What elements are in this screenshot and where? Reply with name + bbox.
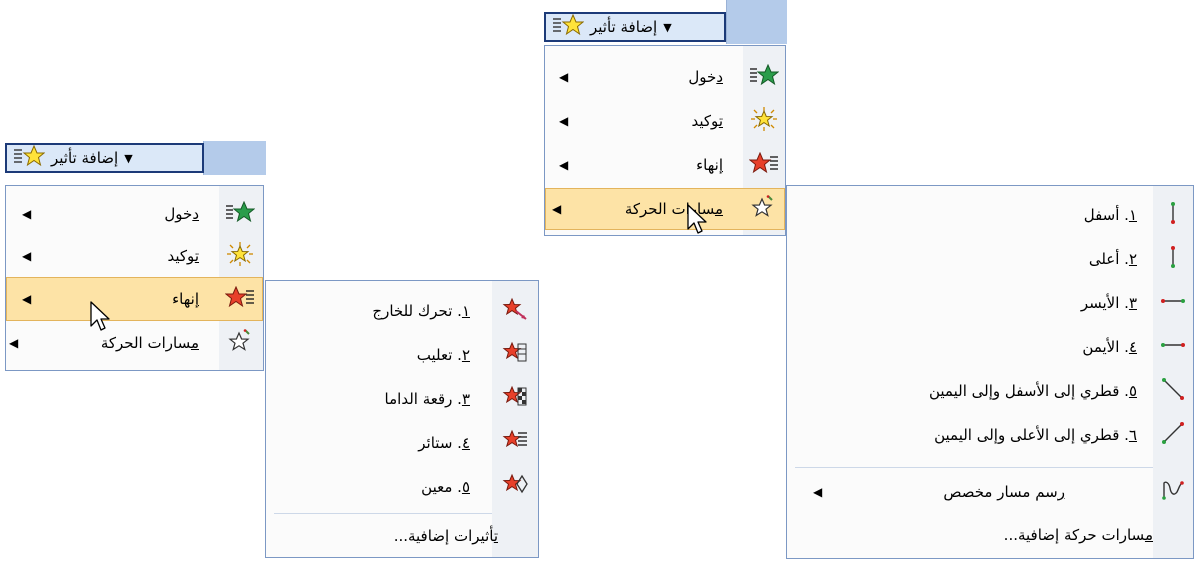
menu-item-emphasis[interactable]: توكيد ◀	[545, 99, 785, 143]
right-path-icon	[1161, 337, 1185, 357]
more-effects-item[interactable]: تأثيرات إضافية...	[266, 517, 538, 555]
submenu-item-checkerboard[interactable]: ٣. رقعة الداما	[266, 379, 538, 419]
more-motion-paths-item[interactable]: مسارات حركة إضافية...	[787, 515, 1193, 555]
submenu-item-label: ٢. تعليب	[416, 346, 470, 364]
submenu-arrow-icon: ◀	[9, 336, 19, 350]
menu-item-label: دخول	[688, 68, 723, 86]
exit-effects-submenu: ١. تحرك للخارج ٢. تعليب ٣. رقعة الداما ٤…	[265, 280, 539, 558]
motion-path-star-icon	[750, 195, 776, 223]
dropdown-arrow-icon: ▼	[124, 151, 133, 165]
blinds-icon	[502, 429, 528, 457]
more-motion-paths-label: مسارات حركة إضافية...	[1003, 526, 1153, 544]
submenu-item-down[interactable]: ١. أسفل	[787, 195, 1193, 235]
add-effect-button[interactable]: إضافة تأثير ▼	[544, 12, 726, 42]
custom-path-icon	[1161, 478, 1185, 506]
menu-item-label: دخول	[164, 205, 199, 223]
add-effect-label: إضافة تأثير	[51, 149, 119, 167]
more-effects-label: تأثيرات إضافية...	[393, 527, 498, 545]
draw-custom-path-label: رسم مسار مخصص	[943, 483, 1065, 501]
submenu-item-right[interactable]: ٤. الأيمن	[787, 327, 1193, 367]
menu-item-label: مسارات الحركة	[100, 334, 199, 352]
submenu-arrow-icon: ◀	[22, 207, 32, 221]
submenu-item-label: ١. أسفل	[1083, 206, 1137, 224]
emphasis-star-icon	[227, 242, 253, 270]
draw-custom-path-item[interactable]: رسم مسار مخصص ◀	[787, 471, 1193, 513]
emphasis-star-icon	[751, 107, 777, 135]
menu-item-exit[interactable]: إنهاء ◀	[545, 143, 785, 187]
add-effect-menu: دخول ◀ توكيد ◀ إنهاء ◀ مسارات الحركة ◀	[5, 185, 264, 371]
mouse-cursor-icon	[90, 301, 110, 331]
motion-paths-submenu: ١. أسفل ٢. أعلى ٣. الأيسر ٤. الأيمن ٥. ق…	[786, 185, 1194, 559]
add-effect-menu: دخول ◀ توكيد ◀ إنهاء ◀ مسارات الحركة ◀	[544, 45, 786, 236]
task-pane-toolbar	[726, 0, 787, 44]
submenu-item-label: ٣. رقعة الداما	[384, 390, 470, 408]
submenu-arrow-icon: ◀	[559, 114, 569, 128]
separator	[795, 467, 1153, 468]
mouse-cursor-icon	[687, 204, 707, 234]
menu-item-label: توكيد	[691, 112, 723, 130]
entrance-star-icon	[225, 200, 256, 227]
add-effect-button[interactable]: إضافة تأثير ▼	[5, 143, 204, 173]
submenu-item-label: ٢. أعلى	[1088, 250, 1137, 268]
add-effect-star-icon	[13, 144, 46, 171]
up-path-icon	[1165, 245, 1181, 273]
submenu-item-left[interactable]: ٣. الأيسر	[787, 283, 1193, 323]
menu-item-exit[interactable]: إنهاء ◀	[6, 277, 263, 321]
add-effect-star-icon	[552, 13, 585, 40]
menu-item-motion-paths[interactable]: مسارات الحركة ◀	[6, 322, 263, 364]
submenu-item-diagonal-up-right[interactable]: ٦. قطري إلى الأعلى وإلى اليمين	[787, 415, 1193, 455]
diagonal-down-right-icon	[1161, 377, 1185, 405]
submenu-arrow-icon: ◀	[22, 292, 32, 306]
left-path-icon	[1161, 293, 1185, 313]
task-pane-toolbar	[203, 141, 266, 175]
diagonal-up-right-icon	[1161, 421, 1185, 449]
exit-star-icon	[224, 285, 255, 312]
fly-out-icon	[502, 297, 528, 325]
submenu-item-box[interactable]: ٢. تعليب	[266, 335, 538, 375]
submenu-item-label: ١. تحرك للخارج	[372, 302, 470, 320]
diamond-icon	[502, 473, 528, 501]
menu-item-motion-paths[interactable]: مسارات الحركة ◀	[545, 188, 785, 230]
menu-item-entrance[interactable]: دخول ◀	[6, 193, 263, 235]
submenu-item-diamond[interactable]: ٥. معين	[266, 467, 538, 507]
submenu-item-label: ٤. الأيمن	[1082, 338, 1137, 356]
separator	[274, 513, 492, 514]
dropdown-arrow-icon: ▼	[663, 20, 672, 34]
submenu-item-up[interactable]: ٢. أعلى	[787, 239, 1193, 279]
submenu-arrow-icon: ◀	[559, 70, 569, 84]
submenu-item-label: ٥. معين	[421, 478, 470, 496]
box-effect-icon	[502, 341, 528, 369]
motion-path-star-icon	[227, 329, 253, 357]
submenu-item-label: ٤. ستائر	[418, 434, 470, 452]
submenu-arrow-icon: ◀	[813, 485, 823, 499]
down-path-icon	[1165, 201, 1181, 229]
menu-item-entrance[interactable]: دخول ◀	[545, 55, 785, 99]
menu-item-emphasis[interactable]: توكيد ◀	[6, 235, 263, 277]
submenu-item-label: ٦. قطري إلى الأعلى وإلى اليمين	[934, 426, 1137, 444]
menu-item-label: إنهاء	[696, 156, 723, 174]
submenu-arrow-icon: ◀	[552, 202, 562, 216]
checkerboard-icon	[502, 385, 528, 413]
menu-item-label: إنهاء	[172, 290, 199, 308]
submenu-arrow-icon: ◀	[22, 249, 32, 263]
submenu-item-label: ٥. قطري إلى الأسفل وإلى اليمين	[928, 382, 1137, 400]
exit-star-icon	[748, 151, 779, 178]
submenu-item-blinds[interactable]: ٤. ستائر	[266, 423, 538, 463]
entrance-star-icon	[749, 63, 780, 90]
add-effect-label: إضافة تأثير	[590, 18, 658, 36]
submenu-item-fly-out[interactable]: ١. تحرك للخارج	[266, 291, 538, 331]
submenu-item-label: ٣. الأيسر	[1080, 294, 1137, 312]
submenu-arrow-icon: ◀	[559, 158, 569, 172]
menu-item-label: توكيد	[167, 247, 199, 265]
submenu-item-diagonal-down-right[interactable]: ٥. قطري إلى الأسفل وإلى اليمين	[787, 371, 1193, 411]
